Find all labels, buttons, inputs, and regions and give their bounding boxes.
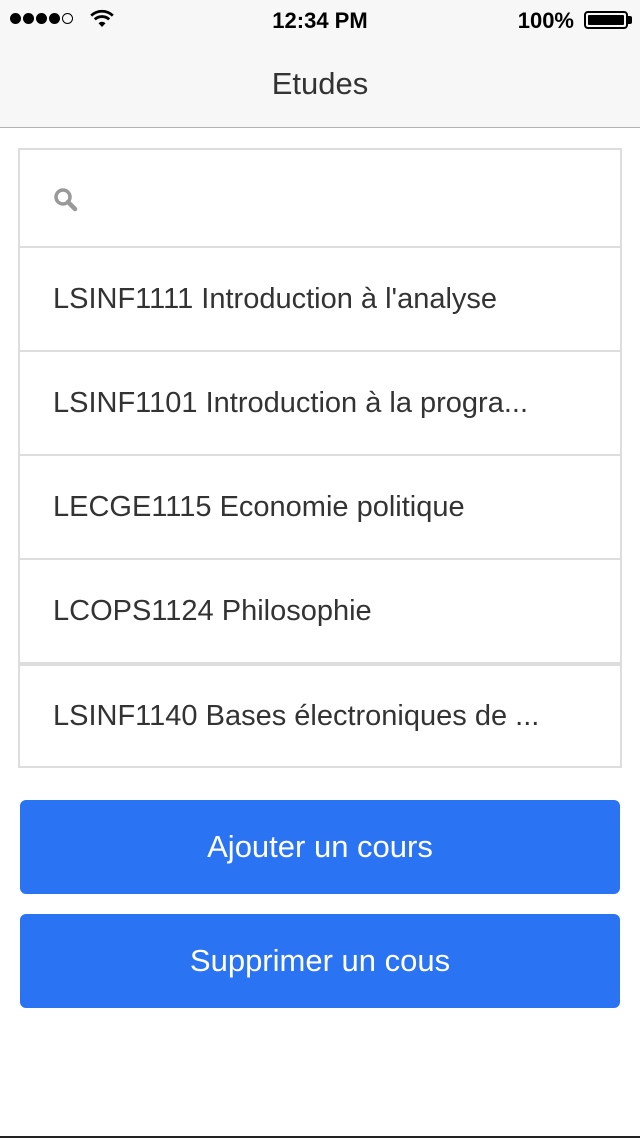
page-title: Etudes (271, 66, 369, 101)
search-icon (54, 188, 78, 212)
course-label: LCOPS1124 Philosophie (53, 594, 372, 627)
battery-cap (628, 16, 632, 24)
list-item[interactable]: LECGE1115 Economie politique (20, 456, 620, 560)
list-item[interactable]: LSINF1101 Introduction à la progra... (20, 352, 620, 456)
battery-icon (584, 11, 628, 29)
navigation-bar: Etudes (0, 40, 640, 128)
course-label: LSINF1101 Introduction à la progra... (53, 386, 529, 419)
course-label: LSINF1111 Introduction à l'analyse (53, 282, 498, 315)
delete-course-button[interactable]: Supprimer un cous (20, 914, 620, 1008)
battery-percent: 100% (517, 8, 574, 33)
course-label: LSINF1140 Bases électroniques de ... (53, 699, 540, 732)
list-item[interactable]: LSINF1140 Bases électroniques de ... (20, 662, 620, 766)
status-bar: 12:34 PM 100% (0, 0, 640, 40)
battery-fill (588, 15, 624, 25)
search-bar[interactable] (20, 150, 620, 248)
course-list: LSINF1111 Introduction à l'analyse LSINF… (18, 148, 622, 768)
list-item[interactable]: LSINF1111 Introduction à l'analyse (20, 248, 620, 352)
add-course-button[interactable]: Ajouter un cours (20, 800, 620, 894)
course-label: LECGE1115 Economie politique (53, 490, 465, 523)
search-input[interactable] (90, 170, 604, 228)
list-item[interactable]: LCOPS1124 Philosophie (20, 560, 620, 664)
